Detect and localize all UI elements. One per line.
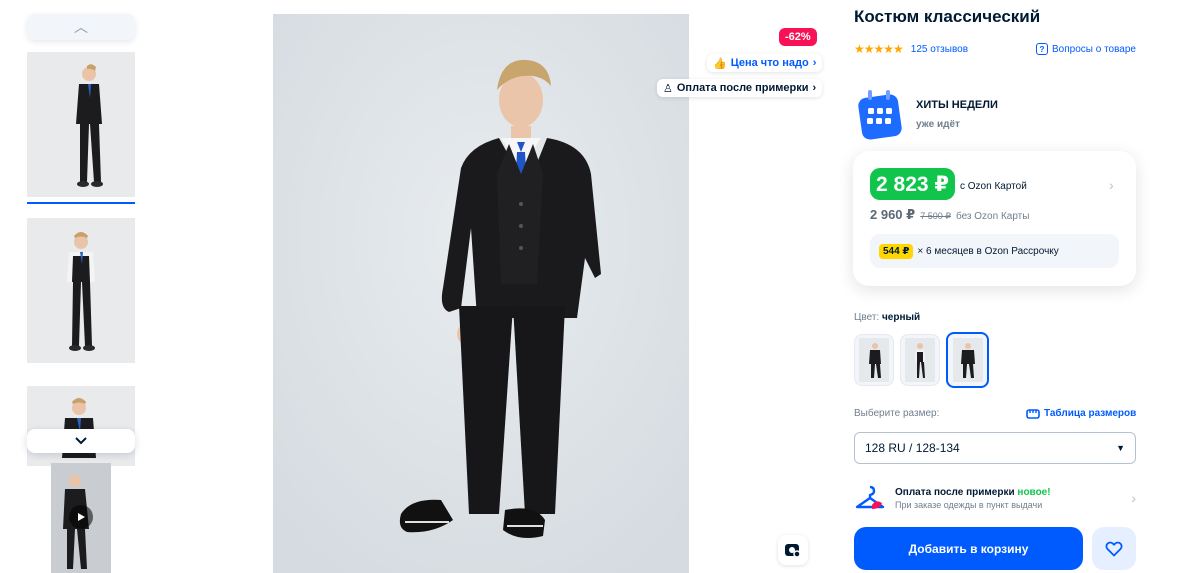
chevron-right-icon: ›: [1109, 177, 1114, 193]
pay-after-subtitle: При заказе одежды в пункт выдачи: [895, 499, 1043, 510]
price-card[interactable]: 2 823 ₽ с Ozon Картой › 2 960 ₽ 7 500 ₽ …: [853, 151, 1136, 286]
size-table-label: Таблица размеров: [1044, 408, 1137, 419]
product-title: Костюм классический: [854, 7, 1041, 26]
main-product-image[interactable]: [273, 14, 689, 573]
size-table-link[interactable]: Таблица размеров: [1026, 408, 1136, 419]
regular-price-label: без Ozon Карты: [955, 211, 1030, 222]
pay-after-text: Оплата после примерки новое! При заказе …: [895, 487, 1051, 510]
regular-price-row: 2 960 ₽ 7 500 ₽ без Ozon Карты: [870, 207, 1029, 223]
color-swatch-3-selected[interactable]: [946, 332, 989, 388]
rating-row: ★★★★★ 125 отзывов ? Вопросы о товаре: [854, 41, 1136, 57]
color-swatch-1[interactable]: [854, 334, 894, 386]
pay-after-title: Оплата после примерки новое!: [895, 487, 1051, 498]
heart-icon: [1105, 541, 1123, 556]
boy-suit-image: [27, 52, 135, 197]
size-label: Выберите размер:: [854, 408, 940, 419]
regular-price: 2 960 ₽: [870, 207, 916, 222]
play-icon: [69, 505, 93, 529]
size-selected-value: 128 RU / 128-134: [865, 441, 960, 455]
swatch-image: [905, 338, 935, 382]
dropdown-caret-icon: ▼: [1116, 443, 1125, 453]
favorite-button[interactable]: [1092, 527, 1136, 570]
thumbs-up-icon: 👍: [713, 57, 727, 70]
chevron-down-icon: [75, 437, 87, 445]
installment-text: × 6 месяцев в Ozon Рассрочку: [917, 245, 1059, 257]
thumbnails-down-button[interactable]: [27, 429, 135, 453]
add-to-cart-button[interactable]: Добавить в корзину: [854, 527, 1083, 570]
swatch-image: [952, 338, 983, 382]
promo-banner[interactable]: ХИТЫ НЕДЕЛИ уже идёт: [858, 88, 998, 140]
color-label: Цвет: черный: [854, 312, 920, 323]
questions-label: Вопросы о товаре: [1052, 43, 1136, 55]
size-select[interactable]: 128 RU / 128-134 ▼: [854, 432, 1136, 464]
chevron-up-icon: ︿: [74, 19, 88, 35]
price-ok-label: Цена что надо: [730, 57, 809, 69]
thumbnail-2[interactable]: [27, 218, 135, 363]
star-rating-icon: ★★★★★: [854, 42, 904, 56]
camera-search-icon: [785, 544, 801, 558]
ozon-card-label: с Ozon Картой: [960, 181, 1027, 192]
pay-after-fitting-info[interactable]: Оплата после примерки новое! При заказе …: [854, 481, 1136, 515]
person-icon: ♙: [663, 82, 673, 95]
hanger-icon: [855, 485, 885, 509]
chevron-right-icon: ›: [1131, 490, 1136, 506]
installment-amount: 544 ₽: [879, 243, 914, 259]
pay-after-title-text: Оплата после примерки: [895, 486, 1015, 498]
thumbnail-1[interactable]: [27, 52, 135, 197]
questions-link[interactable]: ? Вопросы о товаре: [1036, 43, 1136, 55]
price-ok-badge[interactable]: 👍 Цена что надо ›: [707, 54, 823, 72]
ruler-icon: [1026, 408, 1040, 419]
pay-after-fitting-label: Оплата после примерки: [676, 82, 809, 94]
boy-vest-image: [27, 218, 135, 363]
active-thumbnail-indicator: [27, 202, 135, 204]
chevron-right-icon: ›: [812, 57, 817, 69]
calendar-icon: [858, 90, 902, 140]
promo-title: ХИТЫ НЕДЕЛИ: [916, 98, 998, 111]
search-by-photo-button[interactable]: [778, 535, 808, 565]
color-value: черный: [881, 312, 921, 323]
installment-offer[interactable]: 544 ₽ × 6 месяцев в Ozon Рассрочку: [870, 234, 1119, 268]
product-page: ︿ -62% 👍 Цена что надо › ♙ Оплата после …: [0, 0, 1200, 573]
color-swatch-2[interactable]: [900, 334, 940, 386]
discount-badge: -62%: [779, 28, 817, 46]
chevron-right-icon: ›: [812, 82, 817, 94]
question-icon: ?: [1036, 43, 1048, 55]
reviews-link[interactable]: 125 отзывов: [911, 44, 968, 55]
boy-in-suit-photo: [273, 14, 689, 573]
pay-after-fitting-badge[interactable]: ♙ Оплата после примерки ›: [657, 79, 823, 97]
thumbnail-3[interactable]: [27, 386, 135, 466]
swatch-image: [859, 338, 889, 382]
new-tag: новое!: [1017, 486, 1051, 498]
thumbnails-up-button[interactable]: ︿: [27, 14, 135, 40]
ozon-card-price: 2 823 ₽: [870, 168, 955, 200]
thumbnail-gallery: ︿: [27, 14, 135, 573]
thumbnail-video[interactable]: [51, 463, 111, 573]
color-swatches: [854, 332, 989, 388]
promo-text: ХИТЫ НЕДЕЛИ уже идёт: [916, 99, 998, 130]
old-price: 7 500 ₽: [920, 211, 951, 221]
boy-closeup-image: [27, 386, 135, 466]
color-label-text: Цвет:: [854, 312, 880, 323]
promo-subtitle: уже идёт: [916, 118, 960, 130]
